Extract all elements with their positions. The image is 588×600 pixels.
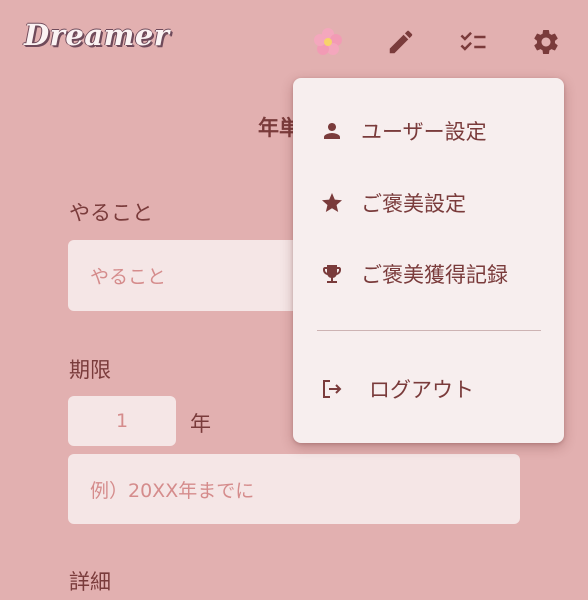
menu-item-reward-settings[interactable]: ご褒美設定 — [293, 177, 564, 229]
year-input[interactable]: 1 — [68, 396, 176, 446]
app-logo[interactable]: Dreamer — [24, 18, 170, 52]
menu-item-label: ご褒美獲得記録 — [361, 263, 508, 287]
todo-label: やること — [69, 201, 153, 225]
trophy-icon — [319, 261, 345, 287]
menu-item-label: ご褒美設定 — [361, 192, 466, 216]
year-unit-label: 年 — [190, 412, 211, 436]
star-icon — [319, 190, 345, 216]
checklist-icon[interactable] — [455, 24, 491, 60]
logout-icon — [319, 376, 345, 402]
gear-icon[interactable] — [528, 24, 564, 60]
deadline-detail-input[interactable]: 例）20XX年までに — [68, 454, 520, 524]
logout-label: ログアウト — [369, 378, 474, 402]
pencil-icon[interactable] — [383, 24, 419, 60]
menu-item-reward-history[interactable]: ご褒美獲得記録 — [293, 248, 564, 300]
person-icon — [319, 118, 345, 144]
details-label: 詳細 — [69, 570, 111, 594]
menu-item-label: ユーザー設定 — [361, 120, 487, 144]
menu-divider — [317, 330, 541, 331]
deadline-label: 期限 — [69, 358, 111, 382]
flower-icon[interactable] — [310, 24, 346, 60]
settings-dropdown-menu: ユーザー設定 ご褒美設定 ご褒美獲得記録 ログアウト — [293, 78, 564, 443]
app-header: Dreamer — [0, 0, 588, 84]
menu-item-user-settings[interactable]: ユーザー設定 — [293, 105, 564, 157]
menu-item-logout[interactable]: ログアウト — [293, 363, 564, 415]
